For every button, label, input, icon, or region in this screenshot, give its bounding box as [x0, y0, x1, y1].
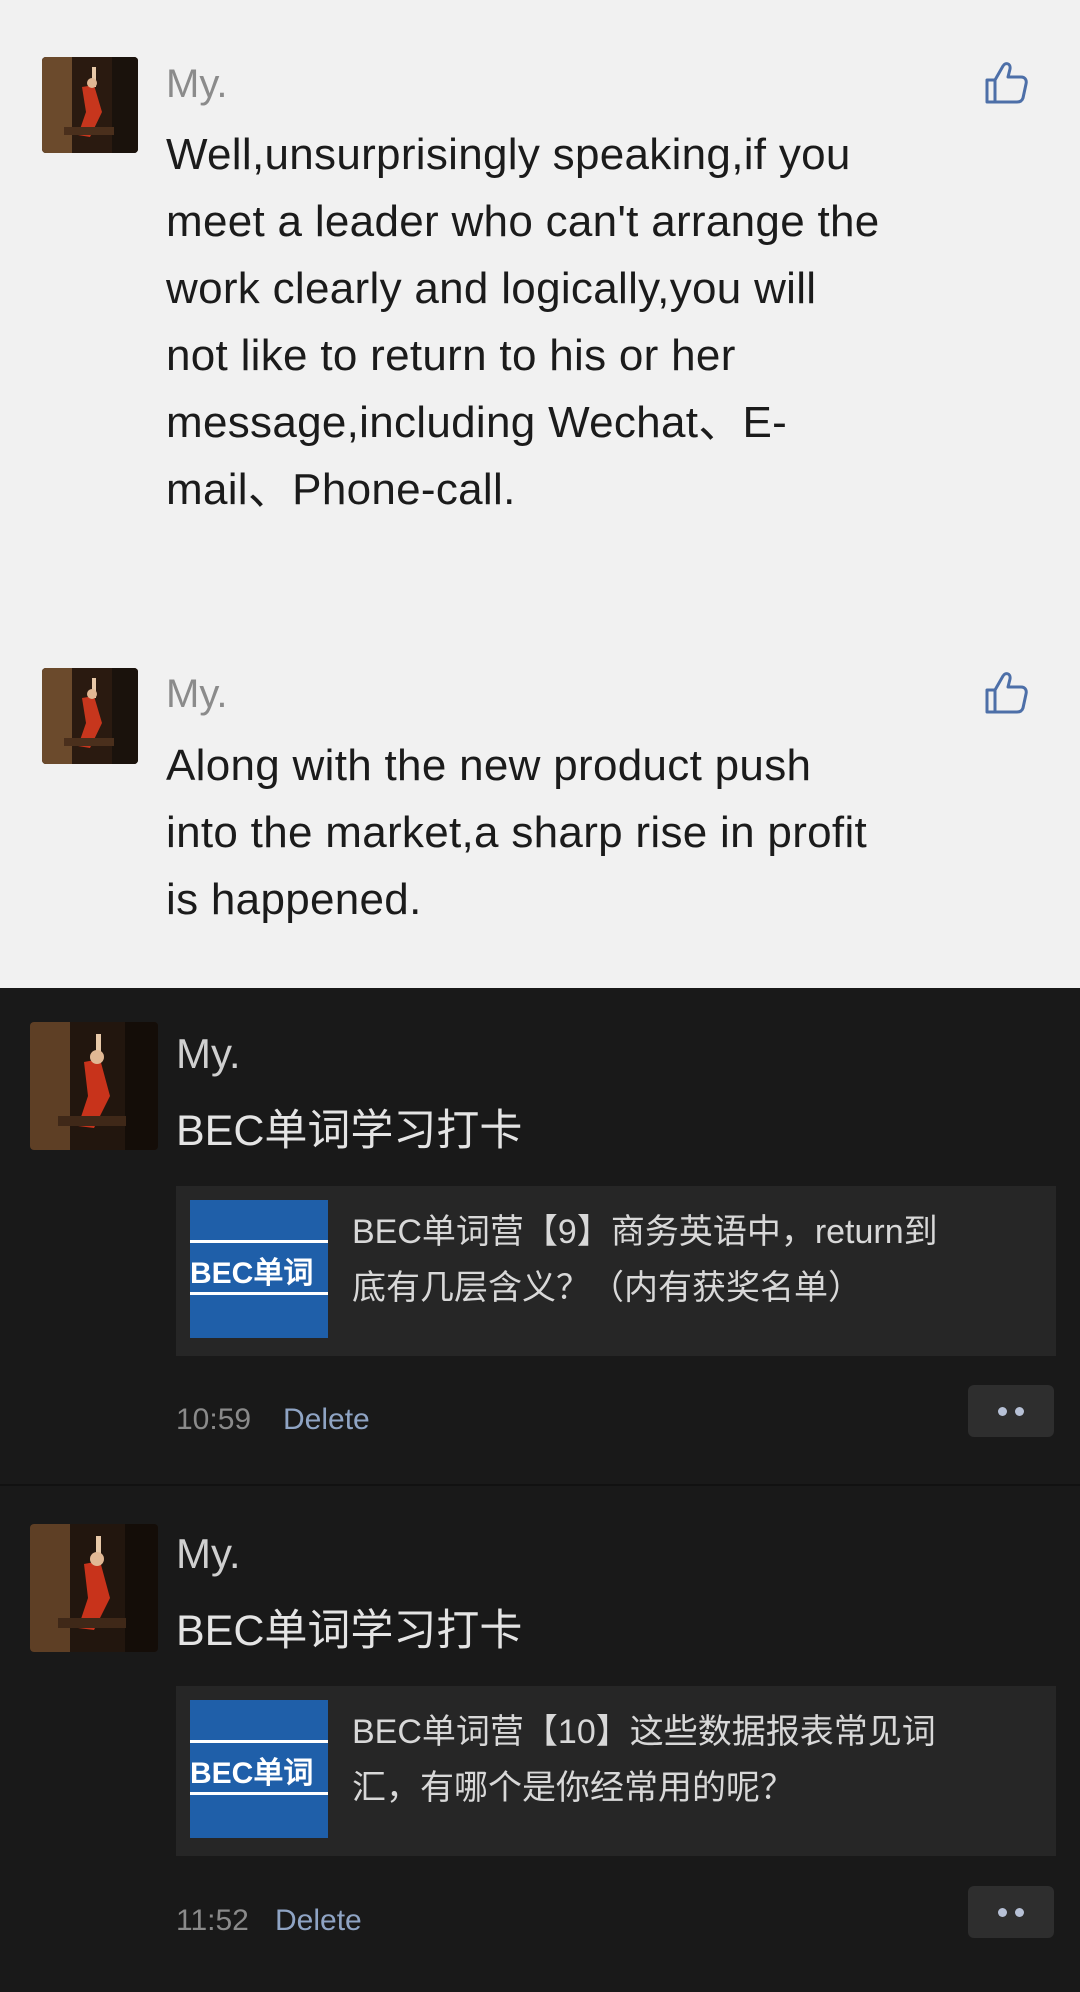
post-divider [0, 1484, 1080, 1486]
thumb-rule [190, 1292, 328, 1295]
link-thumbnail: BEC单词 [190, 1700, 328, 1838]
comment-text: Well,unsurprisingly speaking,if you meet… [166, 130, 880, 514]
comment-section: My. Well,unsurprisingly speaking,if you … [0, 0, 1080, 988]
link-title: BEC单词营【9】商务英语中，return到 底有几层含义？（内有获奖名单） [352, 1204, 1032, 1316]
thumb-rule [190, 1740, 328, 1743]
avatar[interactable] [42, 57, 138, 153]
avatar-image [30, 1524, 158, 1652]
delete-link[interactable]: Delete [275, 1904, 362, 1938]
link-title-line: BEC单词营【10】这些数据报表常见词 [352, 1713, 936, 1751]
post-time: 11:52 [176, 1904, 249, 1937]
dot [1015, 1407, 1024, 1416]
comment-item: My. Along with the new product push into… [0, 610, 1080, 988]
moment-post: My. BEC单词学习打卡 BEC单词 BEC单词营【9】商务英语中，retur… [0, 988, 1080, 1488]
shared-link-card[interactable]: BEC单词 BEC单词营【9】商务英语中，return到 底有几层含义？（内有获… [176, 1186, 1056, 1356]
shared-link-card[interactable]: BEC单词 BEC单词营【10】这些数据报表常见词 汇，有哪个是你经常用的呢？ [176, 1686, 1056, 1856]
thumbs-up-icon[interactable] [981, 58, 1031, 108]
avatar[interactable] [30, 1524, 158, 1652]
thumb-label: BEC单词 [190, 1757, 314, 1790]
post-author: My. [176, 1530, 241, 1577]
thumb-rule [190, 1792, 328, 1795]
comment-text: Along with the new product push into the… [166, 741, 868, 924]
delete-link[interactable]: Delete [283, 1403, 370, 1437]
screenshot-page: My. Well,unsurprisingly speaking,if you … [0, 0, 1080, 1992]
thumb-rule [190, 1240, 328, 1243]
comment-author: My. [166, 672, 228, 716]
thumbs-up-icon[interactable] [981, 668, 1031, 718]
link-title-line: 汇，有哪个是你经常用的呢？ [352, 1769, 794, 1807]
comment-author: My. [166, 62, 228, 106]
post-text: BEC单词学习打卡 [176, 1107, 523, 1155]
link-title-line: 底有几层含义？（内有获奖名单） [352, 1269, 862, 1307]
thumb-label: BEC单词 [190, 1257, 314, 1290]
moments-feed: My. BEC单词学习打卡 BEC单词 BEC单词营【9】商务英语中，retur… [0, 988, 1080, 1992]
post-time: 10:59 [176, 1403, 252, 1436]
post-author: My. [176, 1030, 241, 1077]
comment-item: My. Well,unsurprisingly speaking,if you … [0, 0, 1080, 520]
link-thumbnail: BEC单词 [190, 1200, 328, 1338]
link-title: BEC单词营【10】这些数据报表常见词 汇，有哪个是你经常用的呢？ [352, 1704, 1032, 1816]
more-dots-icon[interactable] [968, 1886, 1054, 1938]
avatar[interactable] [30, 1022, 158, 1150]
moment-post: My. BEC单词学习打卡 BEC单词 BEC单词营【10】这些数据报表常见词 … [0, 1488, 1080, 1992]
more-dots-icon[interactable] [968, 1385, 1054, 1437]
dot [1015, 1908, 1024, 1917]
link-title-line: BEC单词营【9】商务英语中，return到 [352, 1213, 938, 1251]
avatar-image [42, 57, 138, 153]
post-text: BEC单词学习打卡 [176, 1607, 523, 1655]
dot [998, 1908, 1007, 1917]
avatar-image [30, 1022, 158, 1150]
avatar-image [42, 668, 138, 764]
avatar[interactable] [42, 668, 138, 764]
dot [998, 1407, 1007, 1416]
